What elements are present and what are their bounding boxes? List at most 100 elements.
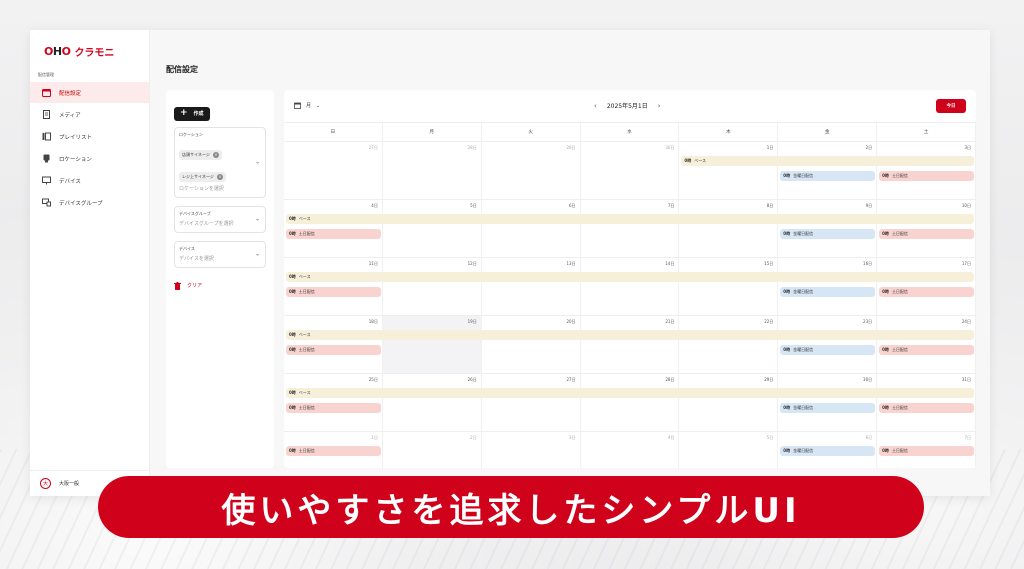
calendar-day[interactable]: 30日 — [581, 142, 680, 199]
event-weekend[interactable]: 0時 土日配信 — [286, 287, 381, 297]
event-friday[interactable]: 0時 金曜日配信 — [780, 287, 876, 297]
day-number: 27日 — [566, 377, 576, 382]
day-number: 22日 — [764, 319, 774, 324]
day-number: 5日 — [470, 203, 477, 208]
day-number: 28日 — [665, 377, 675, 382]
sidebar-item-0[interactable]: 配信設定 — [30, 82, 149, 103]
today-button[interactable]: 今日 — [936, 99, 966, 113]
chevron-right-icon[interactable]: › — [658, 102, 661, 110]
event-base[interactable]: 0時 ベース — [286, 214, 974, 224]
calendar-day[interactable]: 20日 — [482, 316, 581, 373]
create-button[interactable]: + 作成 — [174, 106, 210, 121]
sidebar-item-3[interactable]: ロケーション — [30, 148, 149, 169]
day-number: 24日 — [961, 319, 971, 324]
event-base[interactable]: 0時 ベース — [681, 156, 974, 166]
sidebar: OHO クラモニ 配信管理 配信設定 メディア プレイリスト ロケーション デバイス デバ… — [30, 30, 150, 496]
filter-panel: + 作成 ロケーション 店頭サイネージ × レジ上サイネージ × ロケーションを選択 … — [166, 90, 274, 468]
main-content: 配信設定 + 作成 ロケーション 店頭サイネージ × レジ上サイネージ × ロケーショ… — [150, 30, 990, 496]
day-number: 23日 — [863, 319, 873, 324]
logo-name: クラモニ — [74, 47, 115, 59]
weekday-label: 水 — [581, 123, 680, 141]
day-number: 4日 — [667, 435, 675, 440]
calendar-day[interactable]: 15日 — [679, 258, 779, 315]
calendar-day[interactable]: 4日 — [581, 432, 680, 468]
calendar-day[interactable]: 8日 — [679, 200, 779, 257]
calendar-day[interactable]: 5日 — [679, 432, 779, 468]
chevron-down-icon: ⌄ — [316, 102, 321, 109]
event-weekend[interactable]: 0時 土日配信 — [879, 171, 974, 181]
device-select[interactable]: デバイス デバイスを選択 ⌄ — [174, 240, 266, 268]
calendar-day[interactable]: 5日 — [383, 200, 482, 257]
calendar-day[interactable]: 2日 — [383, 432, 482, 468]
device-group-icon — [42, 198, 51, 207]
calendar-day[interactable]: 28日 — [383, 142, 482, 199]
monitor-icon — [42, 176, 51, 185]
event-weekend[interactable]: 0時 土日配信 — [879, 229, 974, 239]
day-number: 13日 — [566, 261, 576, 266]
event-weekend[interactable]: 0時 土日配信 — [879, 287, 974, 297]
day-number: 6日 — [569, 203, 576, 208]
day-number: 6日 — [865, 435, 873, 440]
calendar-header: 月 ⌄ ‹ 2025年5月1日 › 今日 — [284, 90, 976, 122]
event-weekend[interactable]: 0時 土日配信 — [879, 446, 974, 456]
calendar-day[interactable]: 1日 — [679, 142, 779, 199]
event-weekend[interactable]: 0時 土日配信 — [286, 345, 381, 355]
day-number: 8日 — [766, 203, 774, 208]
calendar-day[interactable]: 29日 — [482, 142, 581, 199]
event-friday[interactable]: 0時 金曜日配信 — [780, 446, 876, 456]
logo: OHO クラモニ — [30, 30, 149, 60]
device-group-select[interactable]: デバイスグループ デバイスグループを選択 ⌄ — [174, 205, 266, 233]
event-friday[interactable]: 0時 金曜日配信 — [780, 345, 876, 355]
calendar-day[interactable]: 26日 — [383, 374, 482, 431]
event-base[interactable]: 0時 ベース — [286, 272, 974, 282]
logo-prefix: OHO — [44, 44, 71, 58]
day-number: 20日 — [566, 319, 576, 324]
sidebar-item-4[interactable]: デバイス — [30, 170, 149, 191]
location-icon — [42, 154, 51, 163]
calendar-day[interactable]: 7日 — [581, 200, 680, 257]
event-base[interactable]: 0時 ベース — [286, 330, 974, 340]
clear-label: クリア — [187, 283, 203, 289]
calendar-day[interactable]: 13日 — [482, 258, 581, 315]
calendar-day[interactable]: 12日 — [383, 258, 482, 315]
calendar-day[interactable]: 14日 — [581, 258, 680, 315]
weekday-label: 月 — [383, 123, 482, 141]
calendar-day[interactable]: 27日 — [284, 142, 383, 199]
calendar-day[interactable]: 29日 — [679, 374, 779, 431]
event-friday[interactable]: 0時 金曜日配信 — [780, 229, 876, 239]
sidebar-item-2[interactable]: プレイリスト — [30, 126, 149, 147]
event-friday[interactable]: 0時 金曜日配信 — [780, 403, 876, 413]
day-number: 28日 — [467, 145, 477, 150]
chevron-left-icon[interactable]: ‹ — [594, 102, 597, 110]
calendar-day[interactable]: 27日 — [482, 374, 581, 431]
view-select[interactable]: 月 ⌄ — [294, 102, 320, 109]
banner-text: 使いやすさを追求したシンプルUI — [221, 490, 801, 531]
day-number: 19日 — [467, 319, 477, 324]
event-weekend[interactable]: 0時 土日配信 — [879, 345, 974, 355]
day-number: 4日 — [371, 203, 378, 208]
calendar-day[interactable]: 28日 — [581, 374, 680, 431]
event-weekend[interactable]: 0時 土日配信 — [286, 403, 381, 413]
sidebar-item-5[interactable]: デバイスグループ — [30, 192, 149, 213]
calendar-day[interactable]: 3日 — [482, 432, 581, 468]
close-icon[interactable]: × — [212, 151, 219, 158]
calendar-day[interactable]: 6日 — [482, 200, 581, 257]
event-base[interactable]: 0時 ベース — [286, 388, 974, 398]
weekday-label: 日 — [284, 123, 383, 141]
calendar-day[interactable]: 22日 — [679, 316, 779, 373]
event-weekend[interactable]: 0時 土日配信 — [879, 403, 974, 413]
clear-button[interactable]: クリア — [174, 281, 266, 290]
sidebar-item-1[interactable]: メディア — [30, 104, 149, 125]
close-icon[interactable]: × — [216, 173, 223, 180]
event-friday[interactable]: 0時 金曜日配信 — [780, 171, 876, 181]
location-chip: 店頭サイネージ × — [179, 149, 222, 160]
document-icon — [42, 110, 51, 119]
event-weekend[interactable]: 0時 土日配信 — [286, 229, 381, 239]
calendar-day[interactable]: 19日 — [382, 316, 482, 373]
app-window: OHO クラモニ 配信管理 配信設定 メディア プレイリスト ロケーション デバイス デバ… — [30, 30, 990, 496]
day-number: 18日 — [368, 319, 378, 324]
calendar-day[interactable]: 21日 — [581, 316, 680, 373]
page-title: 配信設定 — [166, 65, 198, 74]
location-select[interactable]: ロケーション 店頭サイネージ × レジ上サイネージ × ロケーションを選択 ⌄ — [174, 126, 266, 198]
event-weekend[interactable]: 0時 土日配信 — [286, 446, 381, 456]
